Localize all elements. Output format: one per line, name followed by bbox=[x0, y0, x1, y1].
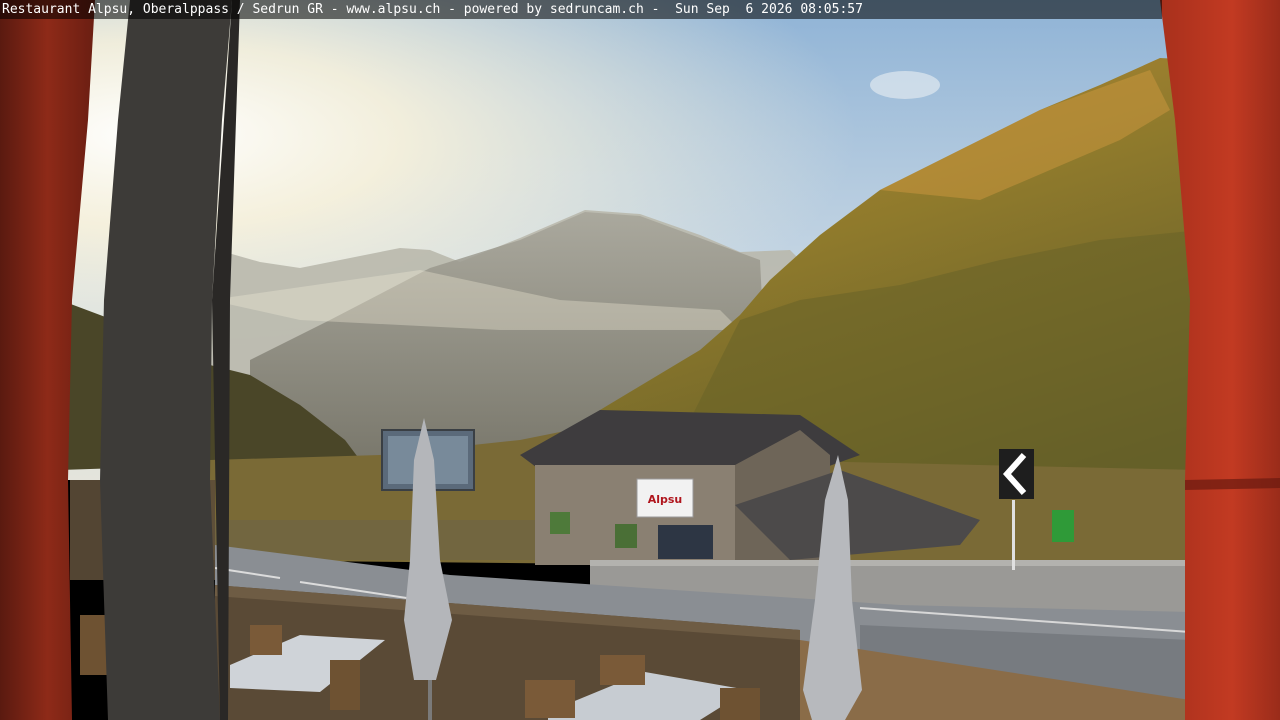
webcam-view: Alpsu Restaurant Alpsu, Oberalppass / Se… bbox=[0, 0, 1280, 720]
sign-post bbox=[1012, 500, 1015, 570]
alpsu-sign-text: Alpsu bbox=[648, 493, 683, 506]
hut-poster bbox=[658, 525, 713, 559]
chair bbox=[525, 680, 575, 718]
chair bbox=[330, 660, 360, 710]
chair bbox=[250, 625, 282, 655]
small-cloud bbox=[870, 71, 940, 99]
hut-window-right bbox=[615, 524, 637, 548]
landscape-scene: Alpsu bbox=[0, 0, 1280, 720]
stone-wall-cap bbox=[590, 560, 1190, 566]
chair bbox=[600, 655, 645, 685]
green-bin bbox=[1052, 510, 1074, 542]
webcam-timestamp-overlay: Restaurant Alpsu, Oberalppass / Sedrun G… bbox=[0, 0, 1162, 19]
umbrella-pole bbox=[428, 680, 432, 720]
frame-joint bbox=[1185, 478, 1280, 490]
chair bbox=[720, 688, 760, 720]
hut-window-left bbox=[550, 512, 570, 534]
